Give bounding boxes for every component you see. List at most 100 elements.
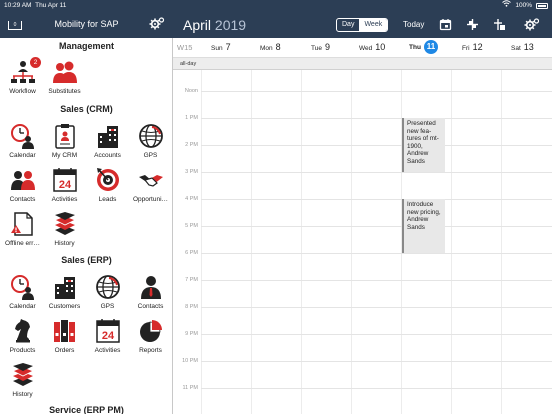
tile-erp-contacts[interactable]: Contacts <box>129 274 172 310</box>
day-header-fri[interactable]: Fri 12 <box>462 42 483 52</box>
hour-line <box>201 334 552 335</box>
add-event-icon[interactable] <box>466 18 479 36</box>
status-right: 100% <box>502 0 548 12</box>
target-icon <box>96 168 119 191</box>
substitutes-icon <box>52 61 77 83</box>
section-sales-erp: Sales (ERP) <box>61 255 112 265</box>
hour-line <box>201 253 552 254</box>
tile-label: GPS <box>143 152 158 159</box>
day-header-sat[interactable]: Sat 13 <box>511 42 534 52</box>
day-name: Mon <box>260 45 273 52</box>
grid-column-divider <box>301 70 302 414</box>
day-number: 7 <box>225 42 231 52</box>
tile-erp-calendar[interactable]: Calendar <box>1 274 44 310</box>
calendar-day-icon: 24 <box>52 168 77 192</box>
hour-line <box>201 91 552 92</box>
tile-erp-activities[interactable]: 24 Activities <box>86 318 129 354</box>
tile-label: Contacts <box>137 303 164 310</box>
app: 10:29 AM Thu Apr 11 100% 0 Mobility for … <box>0 0 552 414</box>
all-day-label: all-day <box>180 61 197 67</box>
binders-icon <box>53 320 75 342</box>
all-day-row[interactable]: all-day <box>173 58 552 70</box>
module-sidebar: Management 2 Workflow Substitutes Sales … <box>0 38 173 414</box>
tile-crm-activities[interactable]: 24 Activities <box>43 167 86 203</box>
calendar-event[interactable]: Introduce new pricing, An­drew Sands <box>402 199 445 253</box>
pie-chart-icon <box>139 320 162 342</box>
day-name: Thu <box>409 44 421 51</box>
new-item-icon[interactable] <box>493 18 506 36</box>
tile-label: Activities <box>94 347 121 354</box>
hour-line <box>201 199 552 200</box>
hour-line <box>201 280 552 281</box>
hour-label: 9 PM <box>185 331 198 337</box>
day-name: Tue <box>311 45 322 52</box>
grid-column-divider <box>451 70 452 414</box>
week-number: W15 <box>177 43 193 52</box>
hour-label: 10 PM <box>182 358 198 364</box>
tile-erp-history[interactable]: History <box>1 362 44 398</box>
tile-crm-gps[interactable]: GPS <box>129 123 172 159</box>
today-button[interactable]: Today <box>403 20 424 29</box>
activities-day-number: 24 <box>101 330 114 342</box>
tile-offline-errors[interactable]: Offline err… <box>1 211 44 247</box>
day-header-mon[interactable]: Mon 8 <box>260 42 281 52</box>
globe-icon <box>138 124 163 148</box>
view-segmented-control: Day Week <box>336 18 389 32</box>
tile-workflow[interactable]: 2 Workflow <box>1 57 44 95</box>
tile-crm-history[interactable]: History <box>43 211 86 247</box>
tile-orders[interactable]: Orders <box>43 318 86 354</box>
tile-opportunities[interactable]: Opportuni… <box>129 167 172 203</box>
tile-my-crm[interactable]: My CRM <box>43 123 86 159</box>
tile-label: History <box>12 391 33 398</box>
hour-label: 6 PM <box>185 250 198 256</box>
year-label: 2019 <box>214 17 247 33</box>
calendar-settings-gear-icon[interactable] <box>524 17 540 38</box>
workflow-badge: 2 <box>30 57 41 68</box>
chess-knight-icon <box>14 319 30 343</box>
tile-label: Workflow <box>9 88 36 95</box>
hour-label: 4 PM <box>185 196 198 202</box>
settings-gear-icon[interactable] <box>149 16 165 37</box>
week-view-button[interactable]: Week <box>359 19 388 31</box>
day-view-button[interactable]: Day <box>337 19 359 31</box>
tile-label: Accounts <box>94 152 121 159</box>
tile-products[interactable]: Products <box>1 318 44 354</box>
calendar-header: April 2019 Day Week Today <box>173 12 552 38</box>
tile-crm-calendar[interactable]: Calendar <box>1 123 44 159</box>
calendar-event[interactable]: Presented new fea­tures of mt-1900, Andr… <box>402 118 445 172</box>
grid-column-divider <box>351 70 352 414</box>
time-grid[interactable]: Noon 1 PM 2 PM 3 PM 4 PM 5 PM 6 PM 7 PM … <box>173 70 552 414</box>
hour-line <box>201 226 552 227</box>
sidebar-header: 0 Mobility for SAP <box>0 12 173 38</box>
handshake-icon <box>138 175 163 187</box>
tile-label: Substitutes <box>48 88 81 95</box>
month-label: April <box>183 17 212 33</box>
hour-line <box>201 307 552 308</box>
day-header-sun[interactable]: Sun 7 <box>211 42 231 52</box>
hour-label: 11 PM <box>182 385 199 391</box>
tile-crm-contacts[interactable]: Contacts <box>1 167 44 203</box>
day-header-thu-today[interactable]: Thu 11 <box>409 40 438 54</box>
tile-substitutes[interactable]: Substitutes <box>43 59 86 95</box>
day-name: Sun <box>211 45 223 52</box>
hour-line <box>201 388 552 389</box>
tile-customers[interactable]: Customers <box>43 274 86 310</box>
tile-label: GPS <box>100 303 115 310</box>
hour-label: 7 PM <box>185 277 198 283</box>
tile-label: Calendar <box>9 303 36 310</box>
hour-label: 1 PM <box>185 115 198 121</box>
day-header-tue[interactable]: Tue 9 <box>311 42 330 52</box>
tile-reports[interactable]: Reports <box>129 318 172 354</box>
status-time-date: 10:29 AM Thu Apr 11 <box>4 0 66 12</box>
section-management: Management <box>58 41 114 51</box>
day-header-wed[interactable]: Wed 10 <box>359 42 385 52</box>
calendar-jump-icon[interactable] <box>439 18 452 36</box>
tile-leads[interactable]: Leads <box>86 167 129 203</box>
book-stack-icon <box>11 363 34 386</box>
document-error-icon <box>10 212 33 236</box>
hour-label: 2 PM <box>185 142 198 148</box>
tile-accounts[interactable]: Accounts <box>86 123 129 159</box>
hour-line <box>201 172 552 173</box>
week-days-row: W15 Sun 7 Mon 8 Tue 9 Wed 10 Thu 11 Fri 12 Sat… <box>173 38 552 58</box>
tile-erp-gps[interactable]: GPS <box>86 274 129 310</box>
